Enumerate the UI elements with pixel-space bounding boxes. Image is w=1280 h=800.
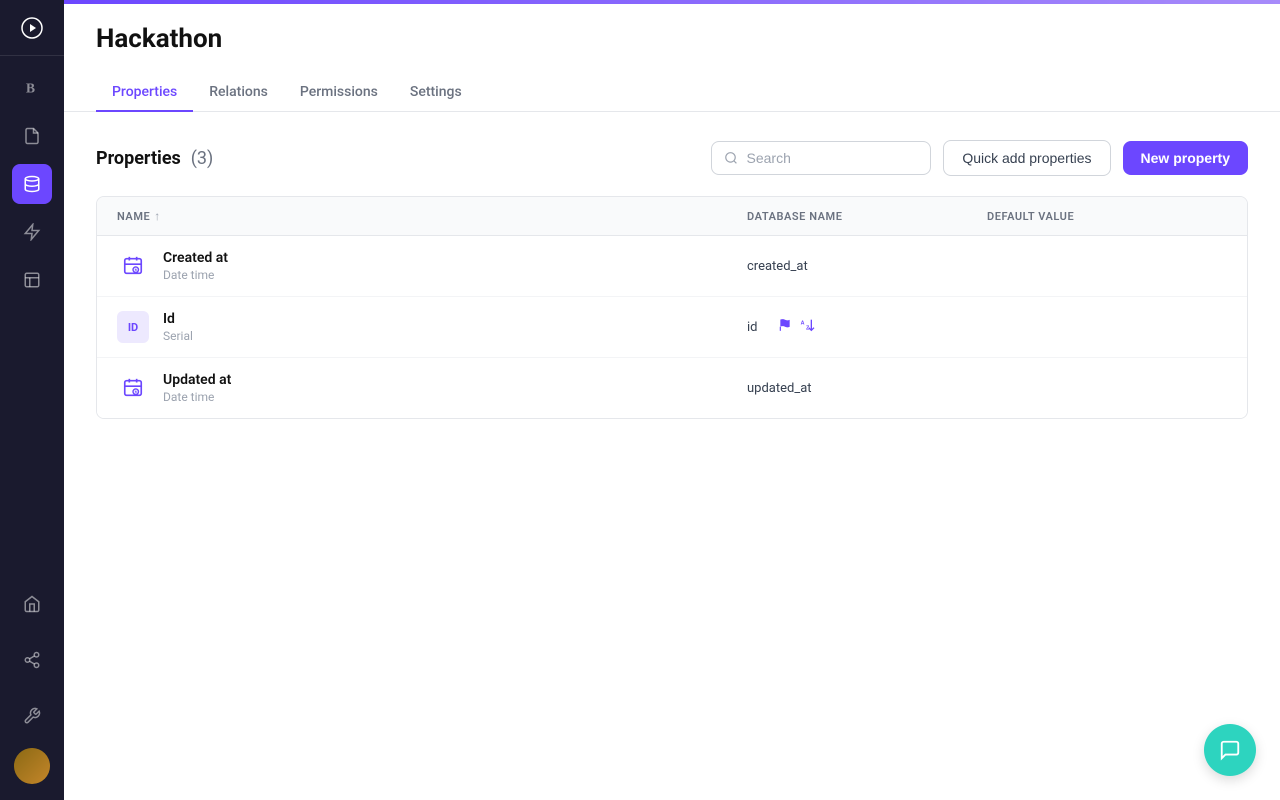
sidebar-item-b[interactable]: B — [12, 68, 52, 108]
search-icon — [724, 150, 738, 166]
flag-fill-icon — [778, 318, 792, 332]
avatar-image — [14, 748, 50, 784]
store-icon — [23, 595, 41, 613]
flag-icon — [778, 318, 792, 336]
chat-icon — [1219, 739, 1241, 761]
sidebar-item-database[interactable] — [12, 164, 52, 204]
play-logo-icon — [20, 16, 44, 40]
header: Hackathon Properties Relations Permissio… — [64, 4, 1280, 112]
table-row[interactable]: Created at Date time created_at — [97, 236, 1247, 297]
table-row[interactable]: ID Id Serial id — [97, 297, 1247, 358]
sidebar-logo[interactable] — [0, 0, 64, 56]
col-header-name: NAME ↑ — [117, 209, 747, 223]
new-property-button[interactable]: New property — [1123, 141, 1248, 175]
datetime-icon — [117, 372, 149, 404]
sidebar-item-lightning[interactable] — [12, 212, 52, 252]
row-database-name: updated_at — [747, 381, 987, 396]
svg-text:B: B — [26, 81, 35, 96]
sidebar-item-share[interactable] — [12, 640, 52, 680]
table-row[interactable]: Updated at Date time updated_at — [97, 358, 1247, 418]
properties-title-group: Properties (3) — [96, 148, 213, 169]
tab-properties[interactable]: Properties — [96, 74, 193, 112]
row-name-cell: Created at Date time — [117, 250, 747, 282]
search-input[interactable] — [747, 150, 919, 166]
sidebar-item-store[interactable] — [12, 584, 52, 624]
quick-add-properties-button[interactable]: Quick add properties — [943, 140, 1110, 176]
tab-settings[interactable]: Settings — [394, 74, 478, 112]
id-badge-icon: ID — [117, 311, 149, 343]
b-icon: B — [23, 79, 41, 97]
svg-text:A: A — [800, 320, 804, 326]
table-header: NAME ↑ DATABASE NAME DEFAULT VALUE — [97, 197, 1247, 236]
lightning-icon — [23, 223, 41, 241]
tab-relations[interactable]: Relations — [193, 74, 284, 112]
layout-icon — [23, 271, 41, 289]
sidebar-bottom — [12, 572, 52, 800]
sidebar-nav: B — [0, 56, 64, 572]
tab-bar: Properties Relations Permissions Setting… — [96, 74, 1248, 111]
calendar-clock-icon — [122, 255, 144, 277]
file-icon — [23, 127, 41, 145]
sidebar-item-layout[interactable] — [12, 260, 52, 300]
share-icon — [23, 651, 41, 669]
sort-up-icon: ↑ — [154, 209, 161, 223]
row-database-name: created_at — [747, 259, 987, 274]
properties-count: (3) — [191, 148, 214, 169]
properties-actions: Quick add properties New property — [711, 140, 1248, 176]
properties-header: Properties (3) Quick add properties New … — [96, 140, 1248, 176]
datetime-icon — [117, 250, 149, 282]
database-icon — [23, 175, 41, 193]
row-name-group: Id Serial — [163, 311, 193, 343]
sidebar-item-file[interactable] — [12, 116, 52, 156]
row-name-cell: ID Id Serial — [117, 311, 747, 343]
sidebar-item-tools[interactable] — [12, 696, 52, 736]
row-actions: A Z — [778, 317, 816, 337]
row-name-group: Updated at Date time — [163, 372, 231, 404]
properties-title: Properties — [96, 148, 181, 169]
chat-button[interactable] — [1204, 724, 1256, 776]
row-db-name-with-actions: id A Z — [747, 317, 987, 337]
row-name-cell: Updated at Date time — [117, 372, 747, 404]
page-title: Hackathon — [96, 24, 1248, 54]
main-content: Hackathon Properties Relations Permissio… — [64, 0, 1280, 800]
sort-az-icon: A Z — [800, 317, 816, 333]
content-area: Properties (3) Quick add properties New … — [64, 112, 1280, 800]
row-name-group: Created at Date time — [163, 250, 228, 282]
calendar-clock-icon — [122, 377, 144, 399]
tools-icon — [23, 707, 41, 725]
col-header-database-name: DATABASE NAME — [747, 209, 987, 223]
avatar[interactable] — [14, 748, 50, 784]
properties-table: NAME ↑ DATABASE NAME DEFAULT VALUE — [96, 196, 1248, 419]
sidebar: B — [0, 0, 64, 800]
tab-permissions[interactable]: Permissions — [284, 74, 394, 112]
row-database-name: id — [747, 320, 758, 335]
search-box[interactable] — [711, 141, 931, 175]
sort-az-icon: A Z — [800, 317, 816, 337]
col-header-default-value: DEFAULT VALUE — [987, 209, 1227, 223]
